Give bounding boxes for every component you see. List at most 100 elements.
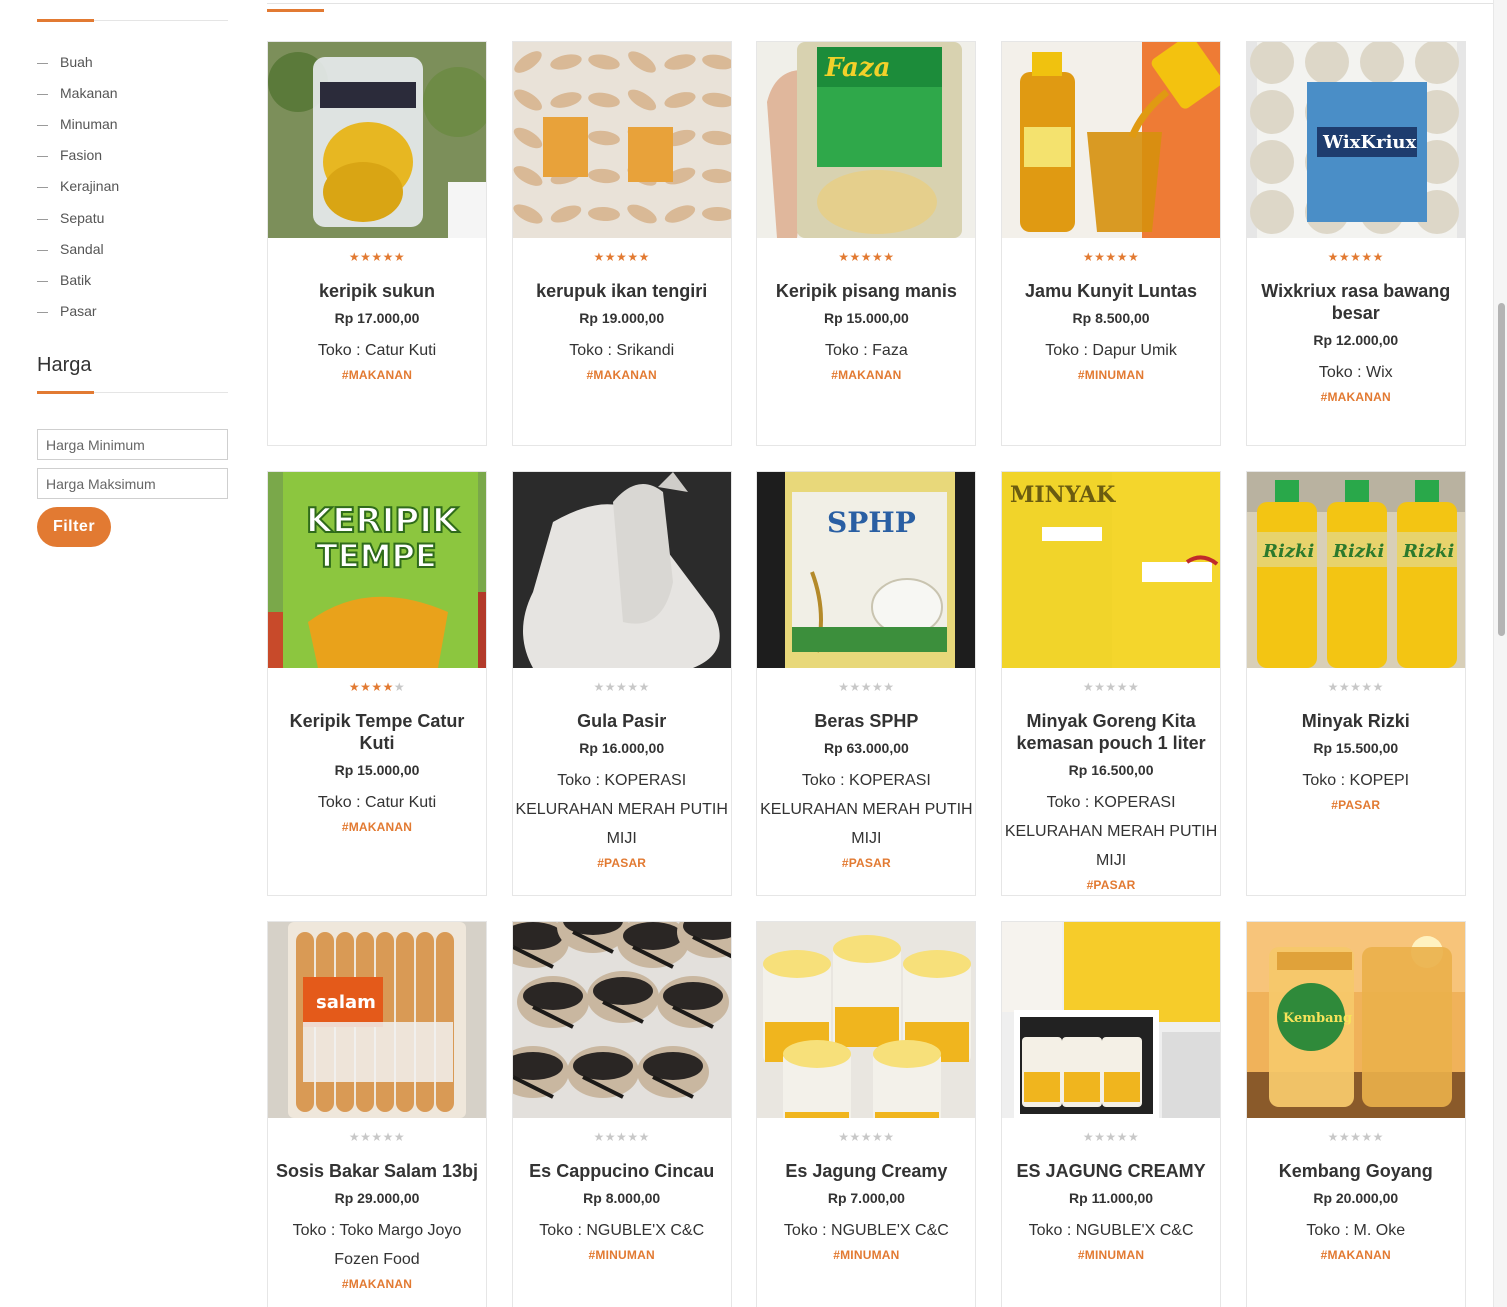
page-scrollbar[interactable] bbox=[1493, 0, 1507, 1307]
product-card[interactable]: ★★★★★ kerupuk ikan tengiri Rp 19.000,00 Tok… bbox=[511, 41, 732, 446]
product-category-tag[interactable]: #MINUMAN bbox=[1002, 366, 1220, 384]
product-shop[interactable]: Toko : Toko Margo Joyo Fozen Food bbox=[268, 1216, 486, 1274]
product-image[interactable]: MINYAK bbox=[1002, 472, 1221, 668]
star-icon: ★ bbox=[860, 250, 872, 264]
star-icon: ★ bbox=[360, 1130, 372, 1144]
star-icon: ★ bbox=[1372, 250, 1384, 264]
product-shop[interactable]: Toko : Wix bbox=[1247, 358, 1465, 387]
product-category-tag[interactable]: #MINUMAN bbox=[513, 1246, 731, 1264]
product-shop[interactable]: Toko : Dapur Umik bbox=[1002, 336, 1220, 365]
product-card[interactable]: ★★★★★ ES JAGUNG CREAMY Rp 11.000,00 Toko : … bbox=[1001, 921, 1222, 1307]
product-name[interactable]: Es Cappucino Cincau bbox=[513, 1160, 731, 1182]
product-category-tag[interactable]: #MINUMAN bbox=[1002, 1246, 1220, 1264]
product-shop[interactable]: Toko : NGUBLE'X C&C bbox=[1002, 1216, 1220, 1245]
scrollbar-thumb[interactable] bbox=[1498, 303, 1505, 636]
product-category-tag[interactable]: #PASAR bbox=[757, 854, 975, 872]
category-item[interactable]: Makanan bbox=[37, 77, 119, 108]
product-card[interactable]: MINYAK ★★★★★ Minyak Goreng Kita kemasan po… bbox=[1001, 471, 1222, 896]
product-category-tag[interactable]: #PASAR bbox=[1247, 796, 1465, 814]
product-card[interactable]: ★★★★★ Es Jagung Creamy Rp 7.000,00 Toko : N… bbox=[756, 921, 977, 1307]
product-shop[interactable]: Toko : Catur Kuti bbox=[268, 336, 486, 365]
product-image[interactable] bbox=[512, 922, 731, 1118]
product-name[interactable]: Jamu Kunyit Luntas bbox=[1002, 280, 1220, 302]
product-shop[interactable]: Toko : Srikandi bbox=[513, 336, 731, 365]
product-price: Rp 8.500,00 bbox=[1072, 310, 1150, 326]
product-card[interactable]: KERIPIK TEMPE ★★★★★ Keripik Tempe Catur Kut… bbox=[267, 471, 487, 896]
product-shop[interactable]: Toko : KOPERASI KELURAHAN MERAH PUTIH MI… bbox=[757, 766, 975, 853]
product-name[interactable]: ES JAGUNG CREAMY bbox=[1002, 1160, 1220, 1182]
product-image[interactable]: SPHP bbox=[757, 472, 976, 668]
product-category-tag[interactable]: #MAKANAN bbox=[1247, 388, 1465, 406]
product-image[interactable]: KERIPIK TEMPE bbox=[268, 472, 486, 668]
product-name[interactable]: keripik sukun bbox=[268, 280, 486, 302]
rating-stars: ★★★★★ bbox=[1002, 680, 1220, 694]
product-shop[interactable]: Toko : KOPERASI KELURAHAN MERAH PUTIH MI… bbox=[1002, 788, 1220, 875]
category-item[interactable]: Sepatu bbox=[37, 202, 119, 233]
filter-button[interactable]: Filter bbox=[37, 507, 111, 547]
category-item[interactable]: Minuman bbox=[37, 108, 119, 139]
product-card[interactable]: salam ★★★★★ Sosis Bakar Salam 13bj Rp 29.00… bbox=[267, 921, 487, 1307]
category-item[interactable]: Pasar bbox=[37, 296, 119, 327]
product-image[interactable] bbox=[1002, 922, 1221, 1118]
product-card[interactable]: ★★★★★ Es Cappucino Cincau Rp 8.000,00 Toko … bbox=[511, 921, 732, 1307]
product-card[interactable]: Kembang ★★★★★ Kembang Goyang Rp 20.000,00 To… bbox=[1245, 921, 1466, 1307]
dash-icon bbox=[37, 280, 48, 282]
product-image[interactable]: WixKriux bbox=[1246, 42, 1465, 238]
product-card[interactable]: Faza ★★★★★ Keripik pisang manis Rp 15.000,0… bbox=[756, 41, 977, 446]
product-image[interactable]: Faza bbox=[757, 42, 976, 238]
product-name[interactable]: Gula Pasir bbox=[513, 710, 731, 732]
category-item[interactable]: Fasion bbox=[37, 140, 119, 171]
product-card[interactable]: ★★★★★ keripik sukun Rp 17.000,00 Toko : Cat… bbox=[267, 41, 487, 446]
product-name[interactable]: Sosis Bakar Salam 13bj bbox=[268, 1160, 486, 1182]
product-name[interactable]: kerupuk ikan tengiri bbox=[513, 280, 731, 302]
product-category-tag[interactable]: #MAKANAN bbox=[268, 1275, 486, 1293]
product-card[interactable]: ★★★★★ Gula Pasir Rp 16.000,00 Toko : KOPERA… bbox=[511, 471, 732, 896]
product-category-tag[interactable]: #PASAR bbox=[513, 854, 731, 872]
product-card[interactable]: WixKriux ★★★★★ Wixkriux rasa bawang besar R… bbox=[1245, 41, 1466, 446]
product-name[interactable]: Keripik pisang manis bbox=[757, 280, 975, 302]
dash-icon bbox=[37, 156, 48, 158]
product-name[interactable]: Keripik Tempe Catur Kuti bbox=[268, 710, 486, 754]
product-card[interactable]: ★★★★★ Jamu Kunyit Luntas Rp 8.500,00 Toko :… bbox=[1001, 41, 1222, 446]
product-category-tag[interactable]: #MAKANAN bbox=[1247, 1246, 1465, 1264]
product-image[interactable]: Kembang bbox=[1246, 922, 1465, 1118]
product-name[interactable]: Wixkriux rasa bawang besar bbox=[1247, 280, 1465, 324]
product-card[interactable]: SPHP ★★★★★ Beras SPHP Rp 63.000,00 Toko : KO… bbox=[756, 471, 977, 896]
product-category-tag[interactable]: #MAKANAN bbox=[757, 366, 975, 384]
product-name[interactable]: Kembang Goyang bbox=[1247, 1160, 1465, 1182]
rating-stars: ★★★★★ bbox=[513, 250, 731, 264]
product-image[interactable] bbox=[268, 42, 486, 238]
product-shop[interactable]: Toko : NGUBLE'X C&C bbox=[513, 1216, 731, 1245]
product-image[interactable] bbox=[757, 922, 976, 1118]
product-name[interactable]: Minyak Rizki bbox=[1247, 710, 1465, 732]
product-price: Rp 15.000,00 bbox=[823, 310, 909, 326]
product-image[interactable] bbox=[512, 472, 731, 668]
product-shop[interactable]: Toko : Faza bbox=[757, 336, 975, 365]
rating-stars: ★★★★★ bbox=[1247, 250, 1465, 264]
category-item[interactable]: Batik bbox=[37, 264, 119, 295]
product-shop[interactable]: Toko : NGUBLE'X C&C bbox=[757, 1216, 975, 1245]
product-image[interactable]: Rizki Rizki Rizki bbox=[1246, 472, 1465, 668]
product-shop[interactable]: Toko : KOPERASI KELURAHAN MERAH PUTIH MI… bbox=[513, 766, 731, 853]
category-item[interactable]: Buah bbox=[37, 46, 119, 77]
min-price-input[interactable] bbox=[37, 429, 228, 460]
product-image[interactable] bbox=[512, 42, 731, 238]
product-category-tag[interactable]: #PASAR bbox=[1002, 876, 1220, 894]
max-price-input[interactable] bbox=[37, 468, 228, 499]
product-image[interactable] bbox=[1002, 42, 1221, 238]
product-category-tag[interactable]: #MINUMAN bbox=[757, 1246, 975, 1264]
product-category-tag[interactable]: #MAKANAN bbox=[513, 366, 731, 384]
star-icon: ★ bbox=[1327, 680, 1339, 694]
product-name[interactable]: Es Jagung Creamy bbox=[757, 1160, 975, 1182]
product-shop[interactable]: Toko : KOPEPI bbox=[1247, 766, 1465, 795]
product-shop[interactable]: Toko : M. Oke bbox=[1247, 1216, 1465, 1245]
product-shop[interactable]: Toko : Catur Kuti bbox=[268, 788, 486, 817]
product-image[interactable]: salam bbox=[268, 922, 486, 1118]
product-category-tag[interactable]: #MAKANAN bbox=[268, 366, 486, 384]
category-item[interactable]: Sandal bbox=[37, 233, 119, 264]
product-name[interactable]: Minyak Goreng Kita kemasan pouch 1 liter bbox=[1002, 710, 1220, 754]
category-item[interactable]: Kerajinan bbox=[37, 171, 119, 202]
product-card[interactable]: Rizki Rizki Rizki ★★★★★ Minyak Rizki Rp 15.50… bbox=[1245, 471, 1466, 896]
product-category-tag[interactable]: #MAKANAN bbox=[268, 818, 486, 836]
product-name[interactable]: Beras SPHP bbox=[757, 710, 975, 732]
